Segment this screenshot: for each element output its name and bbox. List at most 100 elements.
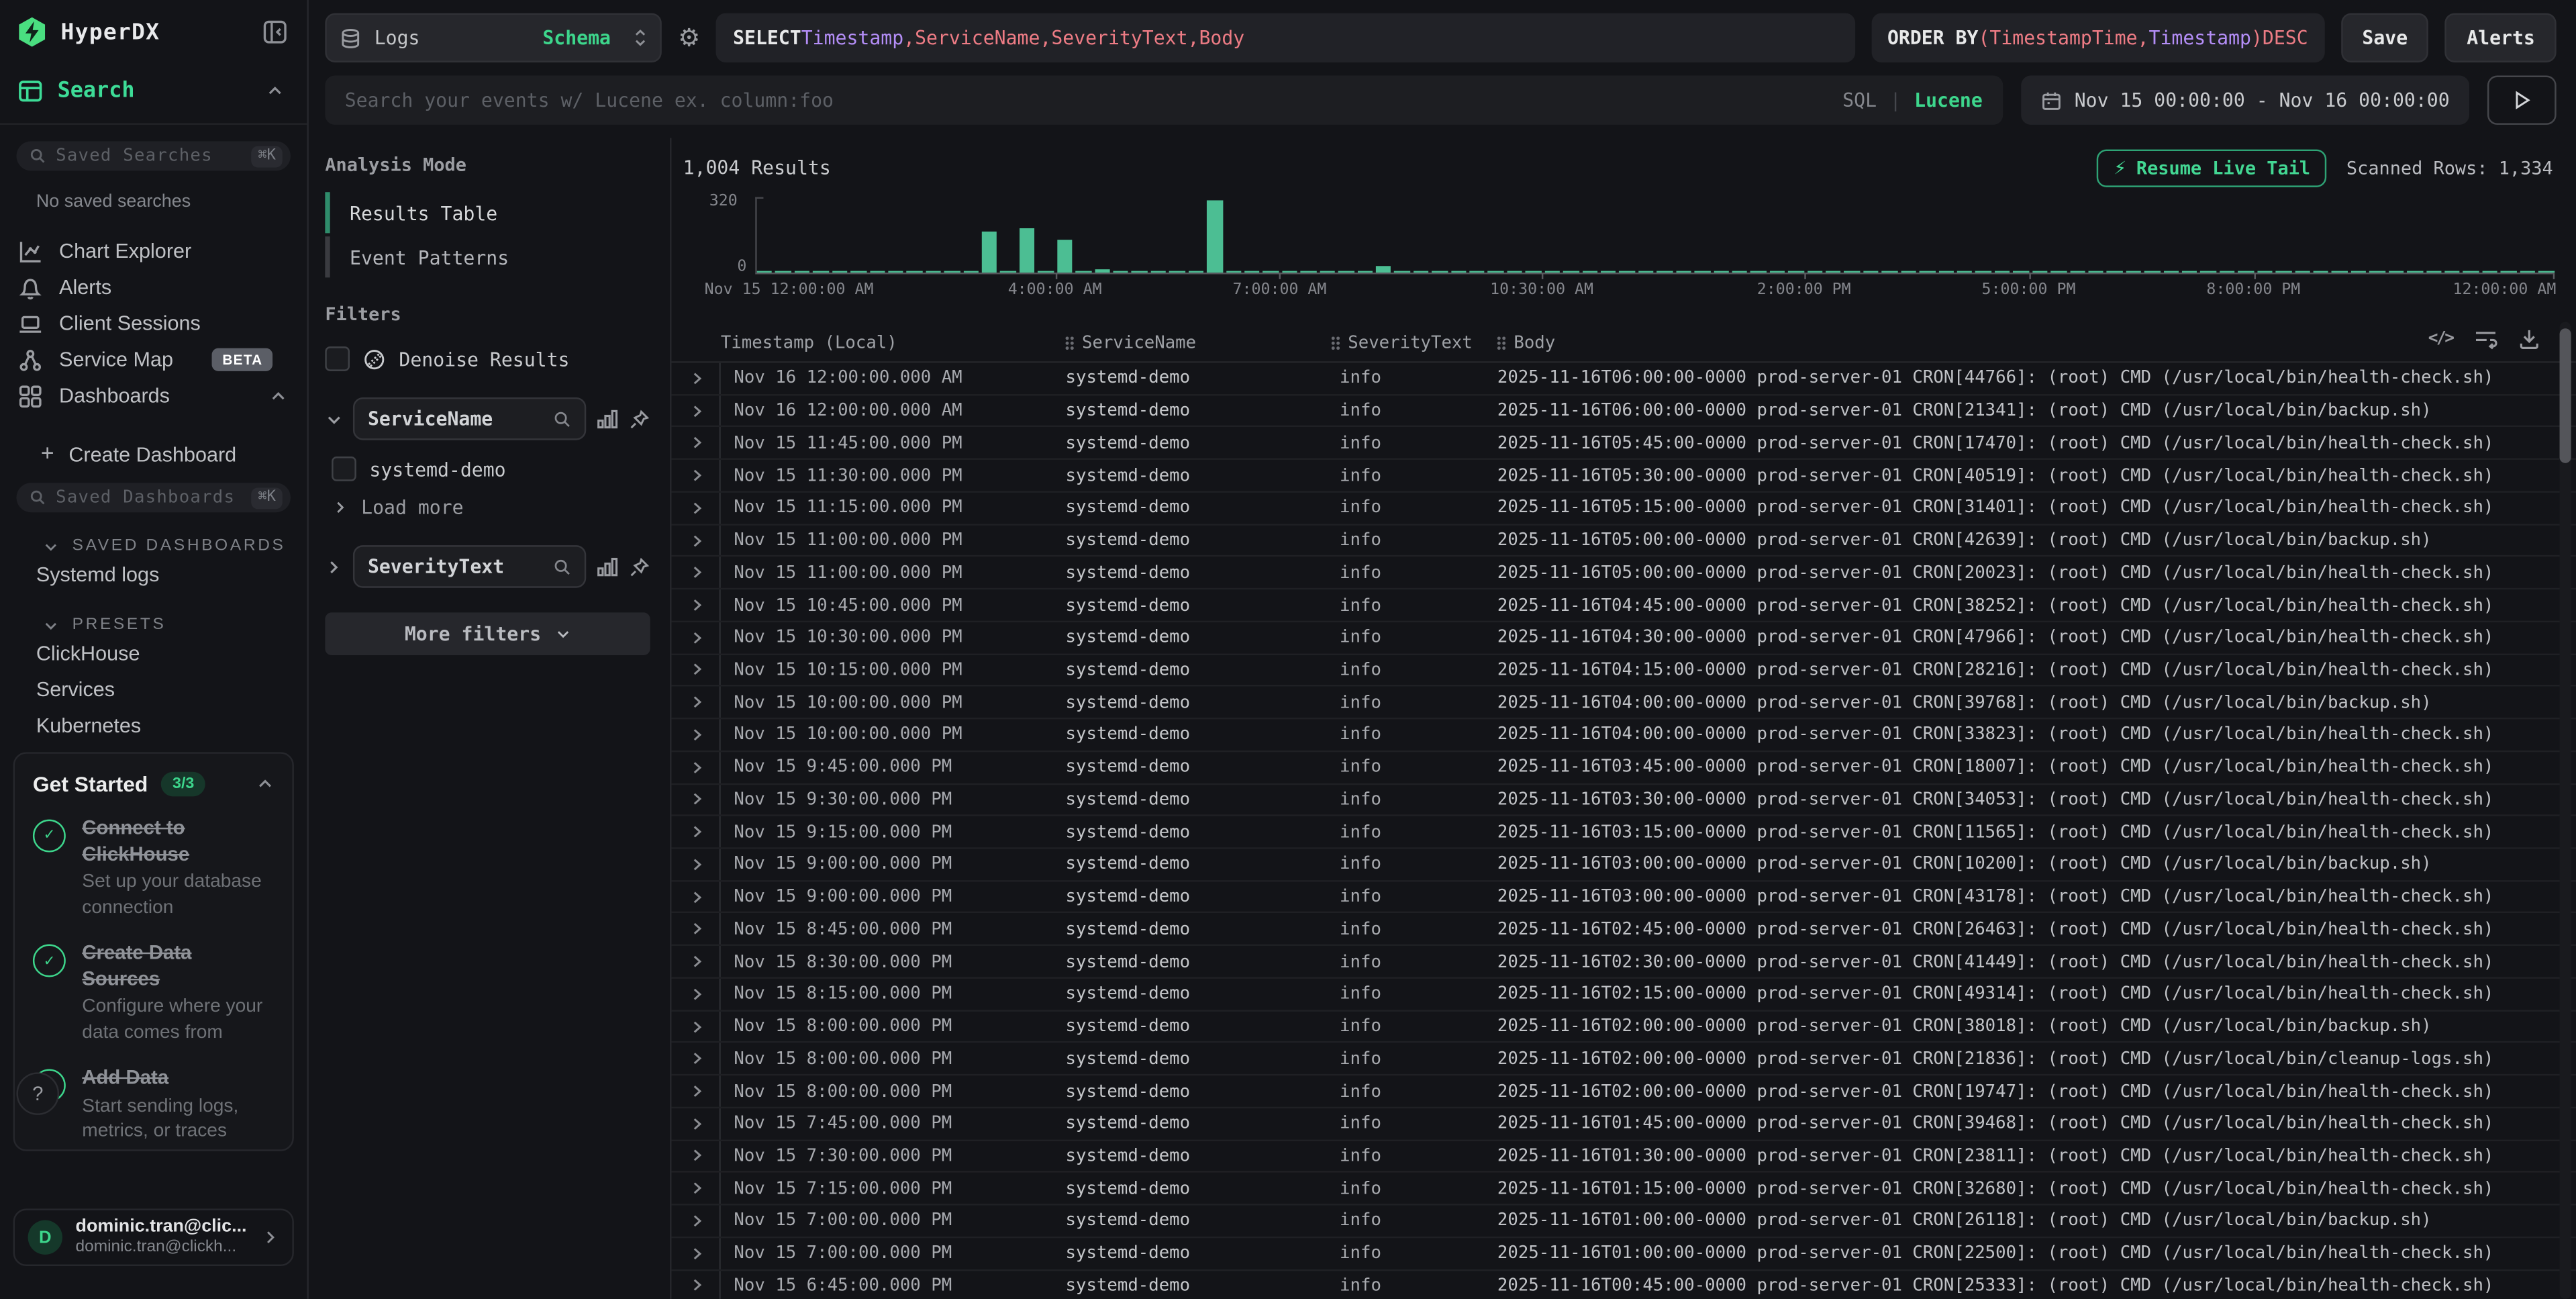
column-header-timestamp[interactable]: Timestamp (Local) (721, 334, 1066, 353)
table-row[interactable]: Nov 15 7:00:00.000 PM systemd-demo info … (671, 1206, 2576, 1238)
expand-row-icon[interactable] (685, 881, 721, 912)
table-row[interactable]: Nov 15 7:45:00.000 PM systemd-demo info … (671, 1108, 2576, 1141)
expand-row-icon[interactable] (685, 1043, 721, 1074)
dashboard-item[interactable]: Systemd logs (0, 559, 307, 591)
expand-row-icon[interactable] (685, 525, 721, 556)
preset-item[interactable]: ClickHouse (0, 637, 307, 670)
table-row[interactable]: Nov 15 10:00:00.000 PM systemd-demo info… (671, 720, 2576, 752)
section-saved-dashboards[interactable]: SAVED DASHBOARDS (0, 537, 307, 555)
table-row[interactable]: Nov 15 7:15:00.000 PM systemd-demo info … (671, 1173, 2576, 1205)
bar-chart-icon[interactable] (596, 555, 619, 578)
table-row[interactable]: Nov 15 7:30:00.000 PM systemd-demo info … (671, 1141, 2576, 1173)
expand-row-icon[interactable] (685, 784, 721, 815)
table-row[interactable]: Nov 16 12:00:00.000 AM systemd-demo info… (671, 363, 2576, 395)
expand-row-icon[interactable] (685, 428, 721, 459)
table-row[interactable]: Nov 15 8:30:00.000 PM systemd-demo info … (671, 947, 2576, 979)
analysis-mode-option[interactable]: Results Table (325, 192, 650, 233)
run-query-button[interactable] (2487, 76, 2557, 125)
create-dashboard-button[interactable]: + Create Dashboard (0, 442, 307, 467)
language-toggle-lucene[interactable]: Lucene (1914, 89, 1983, 111)
sidebar-item-alerts[interactable]: Alerts (0, 269, 307, 305)
table-row[interactable]: Nov 15 9:45:00.000 PM systemd-demo info … (671, 752, 2576, 784)
expand-row-icon[interactable] (685, 1141, 721, 1171)
denoise-results-toggle[interactable]: Denoise Results (325, 346, 650, 371)
pin-icon[interactable] (629, 556, 650, 577)
date-range-picker[interactable]: Nov 15 00:00:00 - Nov 16 00:00:00 (2020, 76, 2469, 125)
expand-row-icon[interactable] (685, 1076, 721, 1107)
expand-row-icon[interactable] (685, 493, 721, 524)
severitytext-filter-field[interactable]: SeverityText (353, 545, 586, 588)
column-header-severitytext[interactable]: SeverityText (1317, 334, 1497, 353)
table-row[interactable]: Nov 15 6:45:00.000 PM systemd-demo info … (671, 1270, 2576, 1299)
expand-row-icon[interactable] (685, 914, 721, 945)
download-icon[interactable] (2518, 328, 2540, 350)
expand-row-icon[interactable] (685, 655, 721, 685)
language-toggle-sql[interactable]: SQL (1842, 89, 1877, 111)
scrollbar-thumb[interactable] (2560, 328, 2571, 463)
expand-row-icon[interactable] (685, 1011, 721, 1042)
expand-row-icon[interactable] (685, 1270, 721, 1299)
table-row[interactable]: Nov 16 12:00:00.000 AM systemd-demo info… (671, 395, 2576, 428)
get-started-step[interactable]: ✓ Create Data Sources Configure where yo… (33, 941, 275, 1047)
expand-row-icon[interactable] (685, 460, 721, 491)
expand-row-icon[interactable] (685, 947, 721, 977)
expand-row-icon[interactable] (685, 1238, 721, 1269)
get-started-step[interactable]: ✓ Connect to ClickHouse Set up your data… (33, 816, 275, 922)
sidebar-item-service-map[interactable]: Service Map BETA (0, 342, 307, 378)
wrap-lines-icon[interactable] (2474, 328, 2497, 350)
expand-row-icon[interactable] (685, 1108, 721, 1139)
expand-row-icon[interactable] (685, 557, 721, 588)
table-row[interactable]: Nov 15 8:00:00.000 PM systemd-demo info … (671, 1043, 2576, 1075)
value-checkbox[interactable] (332, 456, 356, 481)
collapse-sidebar-icon[interactable] (262, 19, 287, 44)
expand-row-icon[interactable] (685, 687, 721, 718)
expand-row-icon[interactable] (685, 816, 721, 847)
save-button[interactable]: Save (2341, 13, 2429, 62)
table-row[interactable]: Nov 15 9:00:00.000 PM systemd-demo info … (671, 881, 2576, 914)
sidebar-item-client-sessions[interactable]: Client Sessions (0, 305, 307, 342)
alerts-button[interactable]: Alerts (2445, 13, 2556, 62)
filter-value-systemd-demo[interactable]: systemd-demo (325, 456, 650, 481)
code-view-icon[interactable]: </> (2428, 330, 2453, 348)
table-row[interactable]: Nov 15 7:00:00.000 PM systemd-demo info … (671, 1238, 2576, 1270)
expand-row-icon[interactable] (685, 752, 721, 783)
source-selector[interactable]: Logs Schema (325, 13, 661, 62)
table-row[interactable]: Nov 15 11:00:00.000 PM systemd-demo info… (671, 557, 2576, 589)
pin-icon[interactable] (629, 408, 650, 430)
servicename-filter-field[interactable]: ServiceName (353, 397, 586, 440)
denoise-checkbox[interactable] (325, 346, 350, 371)
preset-item[interactable]: Kubernetes (0, 710, 307, 742)
resume-live-tail-button[interactable]: ⚡ Resume Live Tail (2097, 148, 2327, 186)
analysis-mode-option[interactable]: Event Patterns (325, 236, 650, 277)
chevron-right-icon[interactable] (325, 557, 343, 575)
bar-chart-icon[interactable] (596, 407, 619, 430)
table-row[interactable]: Nov 15 10:30:00.000 PM systemd-demo info… (671, 622, 2576, 655)
get-started-step[interactable]: ✓ Add Data Start sending logs, metrics, … (33, 1066, 275, 1146)
expand-row-icon[interactable] (685, 1173, 721, 1204)
saved-dashboards-input[interactable]: Saved Dashboards ⌘K (16, 483, 291, 512)
table-row[interactable]: Nov 15 10:45:00.000 PM systemd-demo info… (671, 590, 2576, 622)
table-row[interactable]: Nov 15 8:00:00.000 PM systemd-demo info … (671, 1076, 2576, 1108)
help-button[interactable]: ? (16, 1072, 59, 1115)
sidebar-item-chart-explorer[interactable]: Chart Explorer (0, 233, 307, 269)
table-row[interactable]: Nov 15 10:00:00.000 PM systemd-demo info… (671, 687, 2576, 719)
expand-row-icon[interactable] (685, 622, 721, 653)
chevron-down-icon[interactable] (325, 410, 343, 428)
drag-handle-icon[interactable] (1497, 336, 1505, 350)
sidebar-item-dashboards[interactable]: Dashboards (0, 378, 307, 414)
load-more-button[interactable]: Load more (325, 496, 650, 519)
expand-row-icon[interactable] (685, 363, 721, 394)
table-row[interactable]: Nov 15 11:00:00.000 PM systemd-demo info… (671, 525, 2576, 557)
table-row[interactable]: Nov 15 11:15:00.000 PM systemd-demo info… (671, 493, 2576, 525)
source-settings-gear-icon[interactable]: ⚙ (678, 23, 700, 52)
order-by-input[interactable]: ORDER BY (TimestampTime, Timestamp) DESC (1871, 13, 2325, 62)
sidebar-item-search[interactable]: Search (0, 73, 307, 109)
expand-row-icon[interactable] (685, 1206, 721, 1237)
table-row[interactable]: Nov 15 8:00:00.000 PM systemd-demo info … (671, 1011, 2576, 1043)
table-row[interactable]: Nov 15 8:45:00.000 PM systemd-demo info … (671, 914, 2576, 946)
expand-row-icon[interactable] (685, 979, 721, 1010)
column-header-body[interactable]: Body (1497, 334, 2536, 353)
drag-handle-icon[interactable] (1066, 336, 1074, 350)
expand-row-icon[interactable] (685, 849, 721, 880)
more-filters-button[interactable]: More filters (325, 612, 650, 655)
